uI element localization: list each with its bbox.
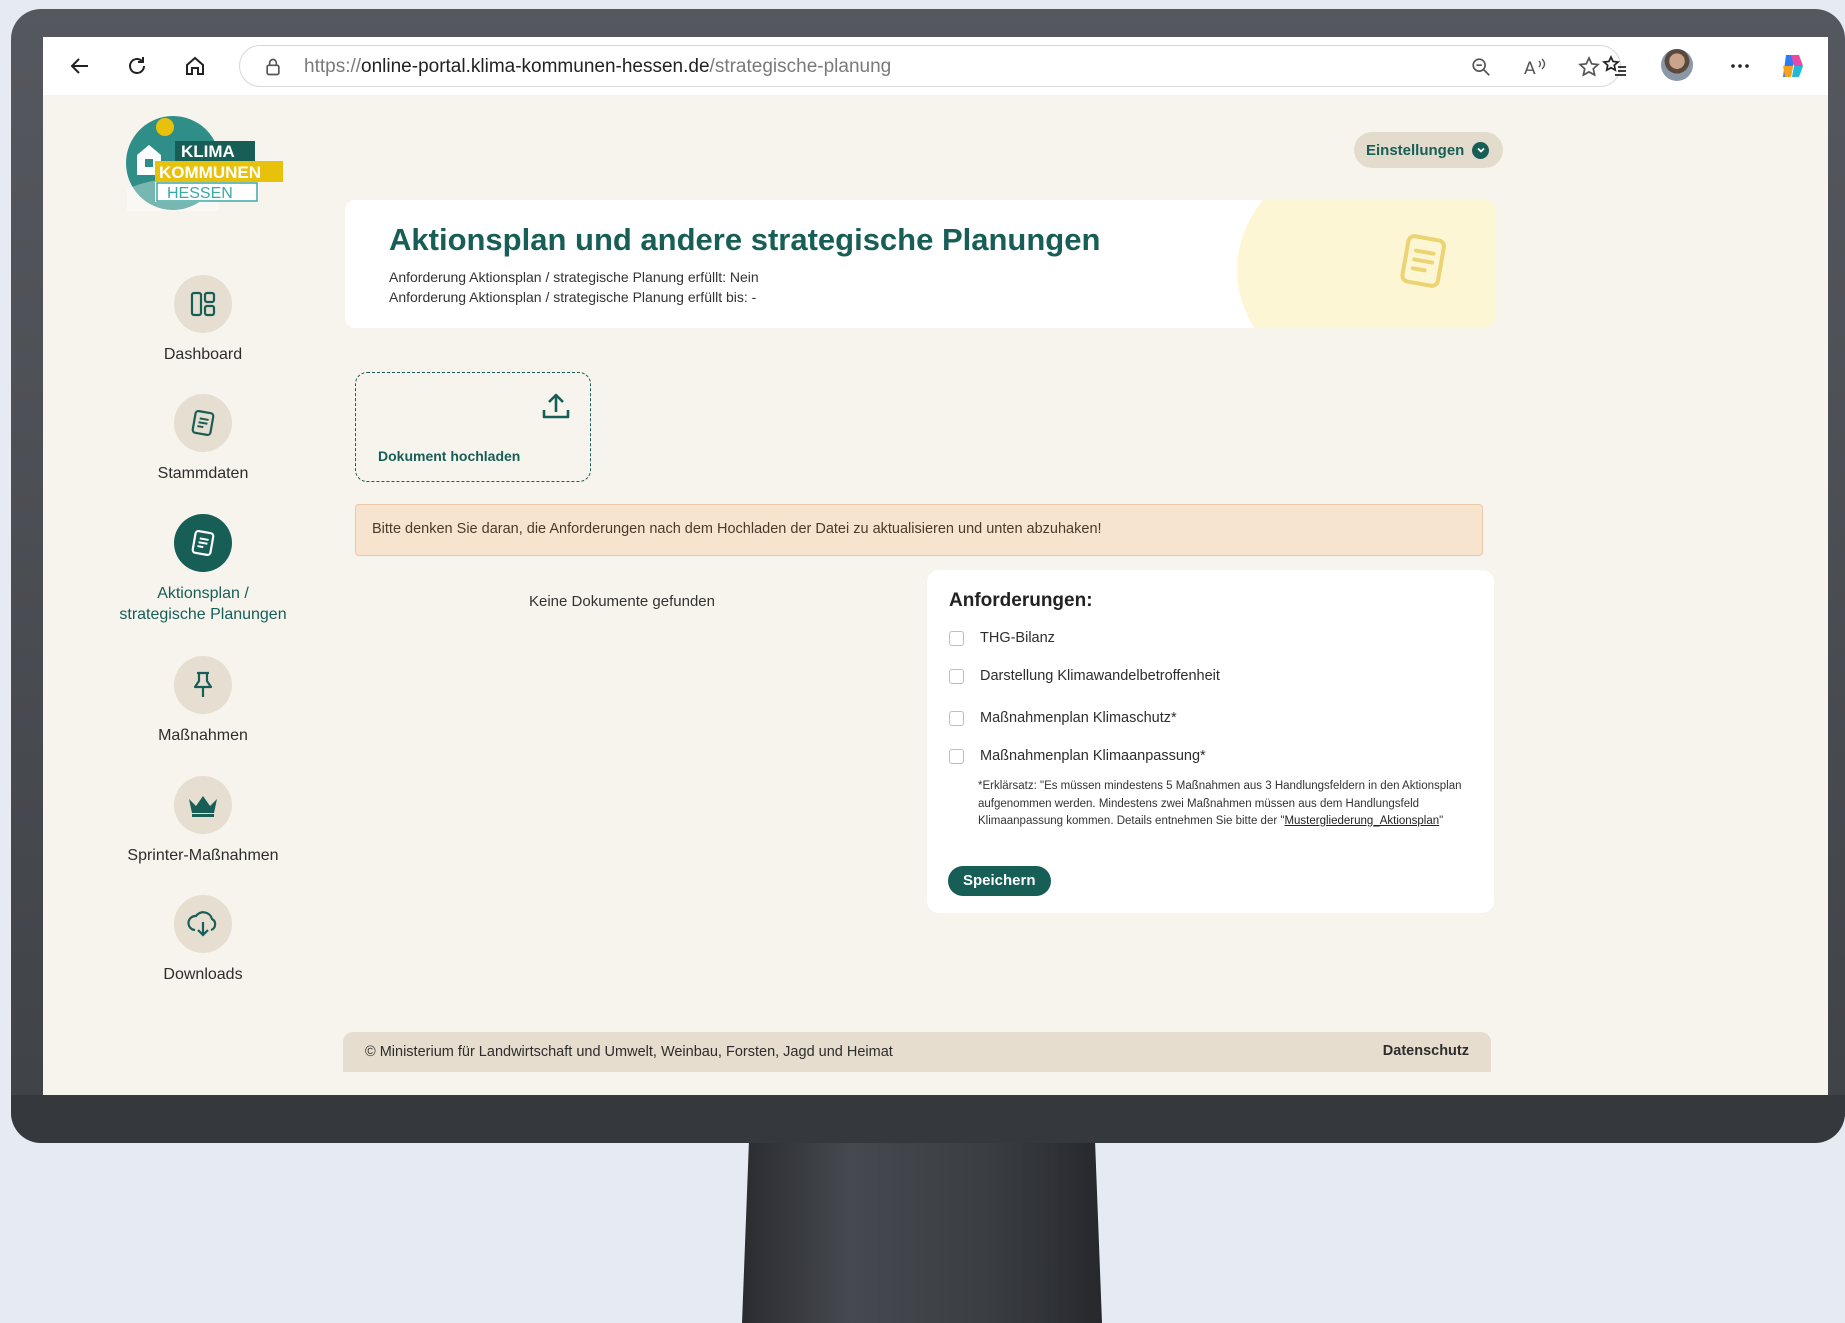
requirements-card: Anforderungen: THG-Bilanz Darstellung Kl…	[927, 570, 1494, 913]
mustergliederung-link[interactable]: Mustergliederung_Aktionsplan	[1284, 815, 1439, 827]
document-upload-button[interactable]: Dokument hochladen	[355, 372, 591, 482]
checkbox[interactable]	[949, 668, 964, 684]
footer: © Ministerium für Landwirtschaft und Umw…	[343, 1032, 1491, 1072]
document-icon	[1400, 234, 1446, 288]
page: KLIMA KOMMUNEN HESSEN Dashboard Stammdat…	[43, 95, 1828, 1095]
requirement-label: Maßnahmenplan Klimaanpassung*	[980, 748, 1206, 764]
sidebar-item-aktionsplan[interactable]: Aktionsplan / strategische Planungen	[103, 514, 303, 625]
address-bar[interactable]: https://online-portal.klima-kommunen-hes…	[239, 45, 1621, 87]
requirement-label: Maßnahmenplan Klimaschutz*	[980, 710, 1177, 726]
svg-text:A: A	[1524, 59, 1536, 78]
read-aloud-icon[interactable]: A	[1522, 54, 1548, 80]
screen: https://online-portal.klima-kommunen-hes…	[43, 37, 1828, 1095]
sidebar-item-downloads[interactable]: Downloads	[103, 895, 303, 985]
chevron-down-icon	[1472, 141, 1490, 159]
browser-toolbar: https://online-portal.klima-kommunen-hes…	[43, 37, 1828, 95]
checkbox[interactable]	[949, 748, 964, 764]
klima-kommunen-hessen-logo[interactable]: KLIMA KOMMUNEN HESSEN	[115, 115, 285, 211]
save-button[interactable]: Speichern	[948, 866, 1051, 896]
reload-icon	[129, 57, 145, 74]
sidebar-item-label: Dashboard	[163, 346, 243, 363]
sidebar-item-sprinter-massnahmen[interactable]: Sprinter-Maßnahmen	[103, 776, 303, 866]
document-icon	[174, 514, 232, 572]
sidebar-item-label: Downloads	[163, 966, 243, 983]
sidebar-item-stammdaten[interactable]: Stammdaten	[103, 394, 303, 484]
requirement-status: Anforderung Aktionsplan / strategische P…	[389, 269, 759, 285]
requirement-massnahmenplan-klimaanpassung[interactable]: Maßnahmenplan Klimaanpassung*	[949, 748, 1206, 764]
decorative-blob	[1237, 200, 1495, 328]
home-button[interactable]	[178, 49, 212, 83]
sidebar-item-massnahmen[interactable]: Maßnahmen	[103, 656, 303, 746]
settings-dropdown-button[interactable]: Einstellungen	[1354, 132, 1504, 168]
upload-reminder-alert: Bitte denken Sie daran, die Anforderunge…	[355, 504, 1483, 556]
logo-text-line2: KOMMUNEN	[159, 163, 261, 182]
sidebar-item-label: Maßnahmen	[158, 727, 248, 744]
home-icon	[186, 56, 204, 75]
requirement-label: Darstellung Klimawandelbetroffenheit	[980, 668, 1220, 684]
requirement-thg-bilanz[interactable]: THG-Bilanz	[949, 630, 1055, 646]
reload-button[interactable]	[120, 49, 154, 83]
document-icon	[174, 394, 232, 452]
empty-documents-text: Keine Dokumente gefunden	[529, 593, 715, 610]
requirements-explanation: *Erklärsatz: "Es müssen mindestens 5 Maß…	[978, 780, 1462, 827]
zoom-out-icon[interactable]	[1468, 54, 1494, 80]
requirement-deadline: Anforderung Aktionsplan / strategische P…	[389, 289, 757, 305]
settings-label: Einstellungen	[1366, 141, 1465, 159]
back-button[interactable]	[63, 49, 97, 83]
requirement-label: THG-Bilanz	[980, 630, 1055, 646]
requirements-title: Anforderungen:	[949, 590, 1093, 611]
sidebar-item-dashboard[interactable]: Dashboard	[103, 275, 303, 365]
sidebar-item-label: Sprinter-Maßnahmen	[127, 847, 279, 864]
logo-text-line3: HESSEN	[167, 185, 233, 202]
logo-text-line1: KLIMA	[181, 142, 235, 161]
copilot-icon[interactable]	[1776, 49, 1810, 83]
footer-copyright: © Ministerium für Landwirtschaft und Umw…	[365, 1044, 893, 1060]
pin-icon	[174, 656, 232, 714]
monitor-chin	[11, 1095, 1845, 1143]
dashboard-icon	[174, 275, 232, 333]
checkbox[interactable]	[949, 710, 964, 726]
monitor-stand	[742, 1135, 1102, 1323]
cloud-download-icon	[174, 895, 232, 953]
crown-icon	[174, 776, 232, 834]
profile-avatar[interactable]	[1661, 49, 1693, 81]
more-options-icon[interactable]	[1723, 49, 1757, 83]
upload-label: Dokument hochladen	[378, 448, 521, 464]
page-title: Aktionsplan und andere strategische Plan…	[389, 222, 1101, 257]
requirement-klimawandelbetroffenheit[interactable]: Darstellung Klimawandelbetroffenheit	[949, 668, 1220, 684]
page-header-card: Aktionsplan und andere strategische Plan…	[345, 200, 1495, 328]
favorites-list-icon[interactable]	[1598, 49, 1632, 83]
requirement-massnahmenplan-klimaschutz[interactable]: Maßnahmenplan Klimaschutz*	[949, 710, 1177, 726]
upload-icon	[542, 393, 570, 419]
arrow-left-icon	[70, 58, 88, 74]
sidebar-item-label: Stammdaten	[157, 465, 249, 482]
url-text: https://online-portal.klima-kommunen-hes…	[304, 56, 892, 77]
lock-icon[interactable]	[260, 54, 286, 80]
privacy-link[interactable]: Datenschutz	[1383, 1043, 1469, 1059]
sidebar-item-label: Aktionsplan / strategische Planungen	[119, 585, 287, 623]
checkbox[interactable]	[949, 630, 964, 646]
